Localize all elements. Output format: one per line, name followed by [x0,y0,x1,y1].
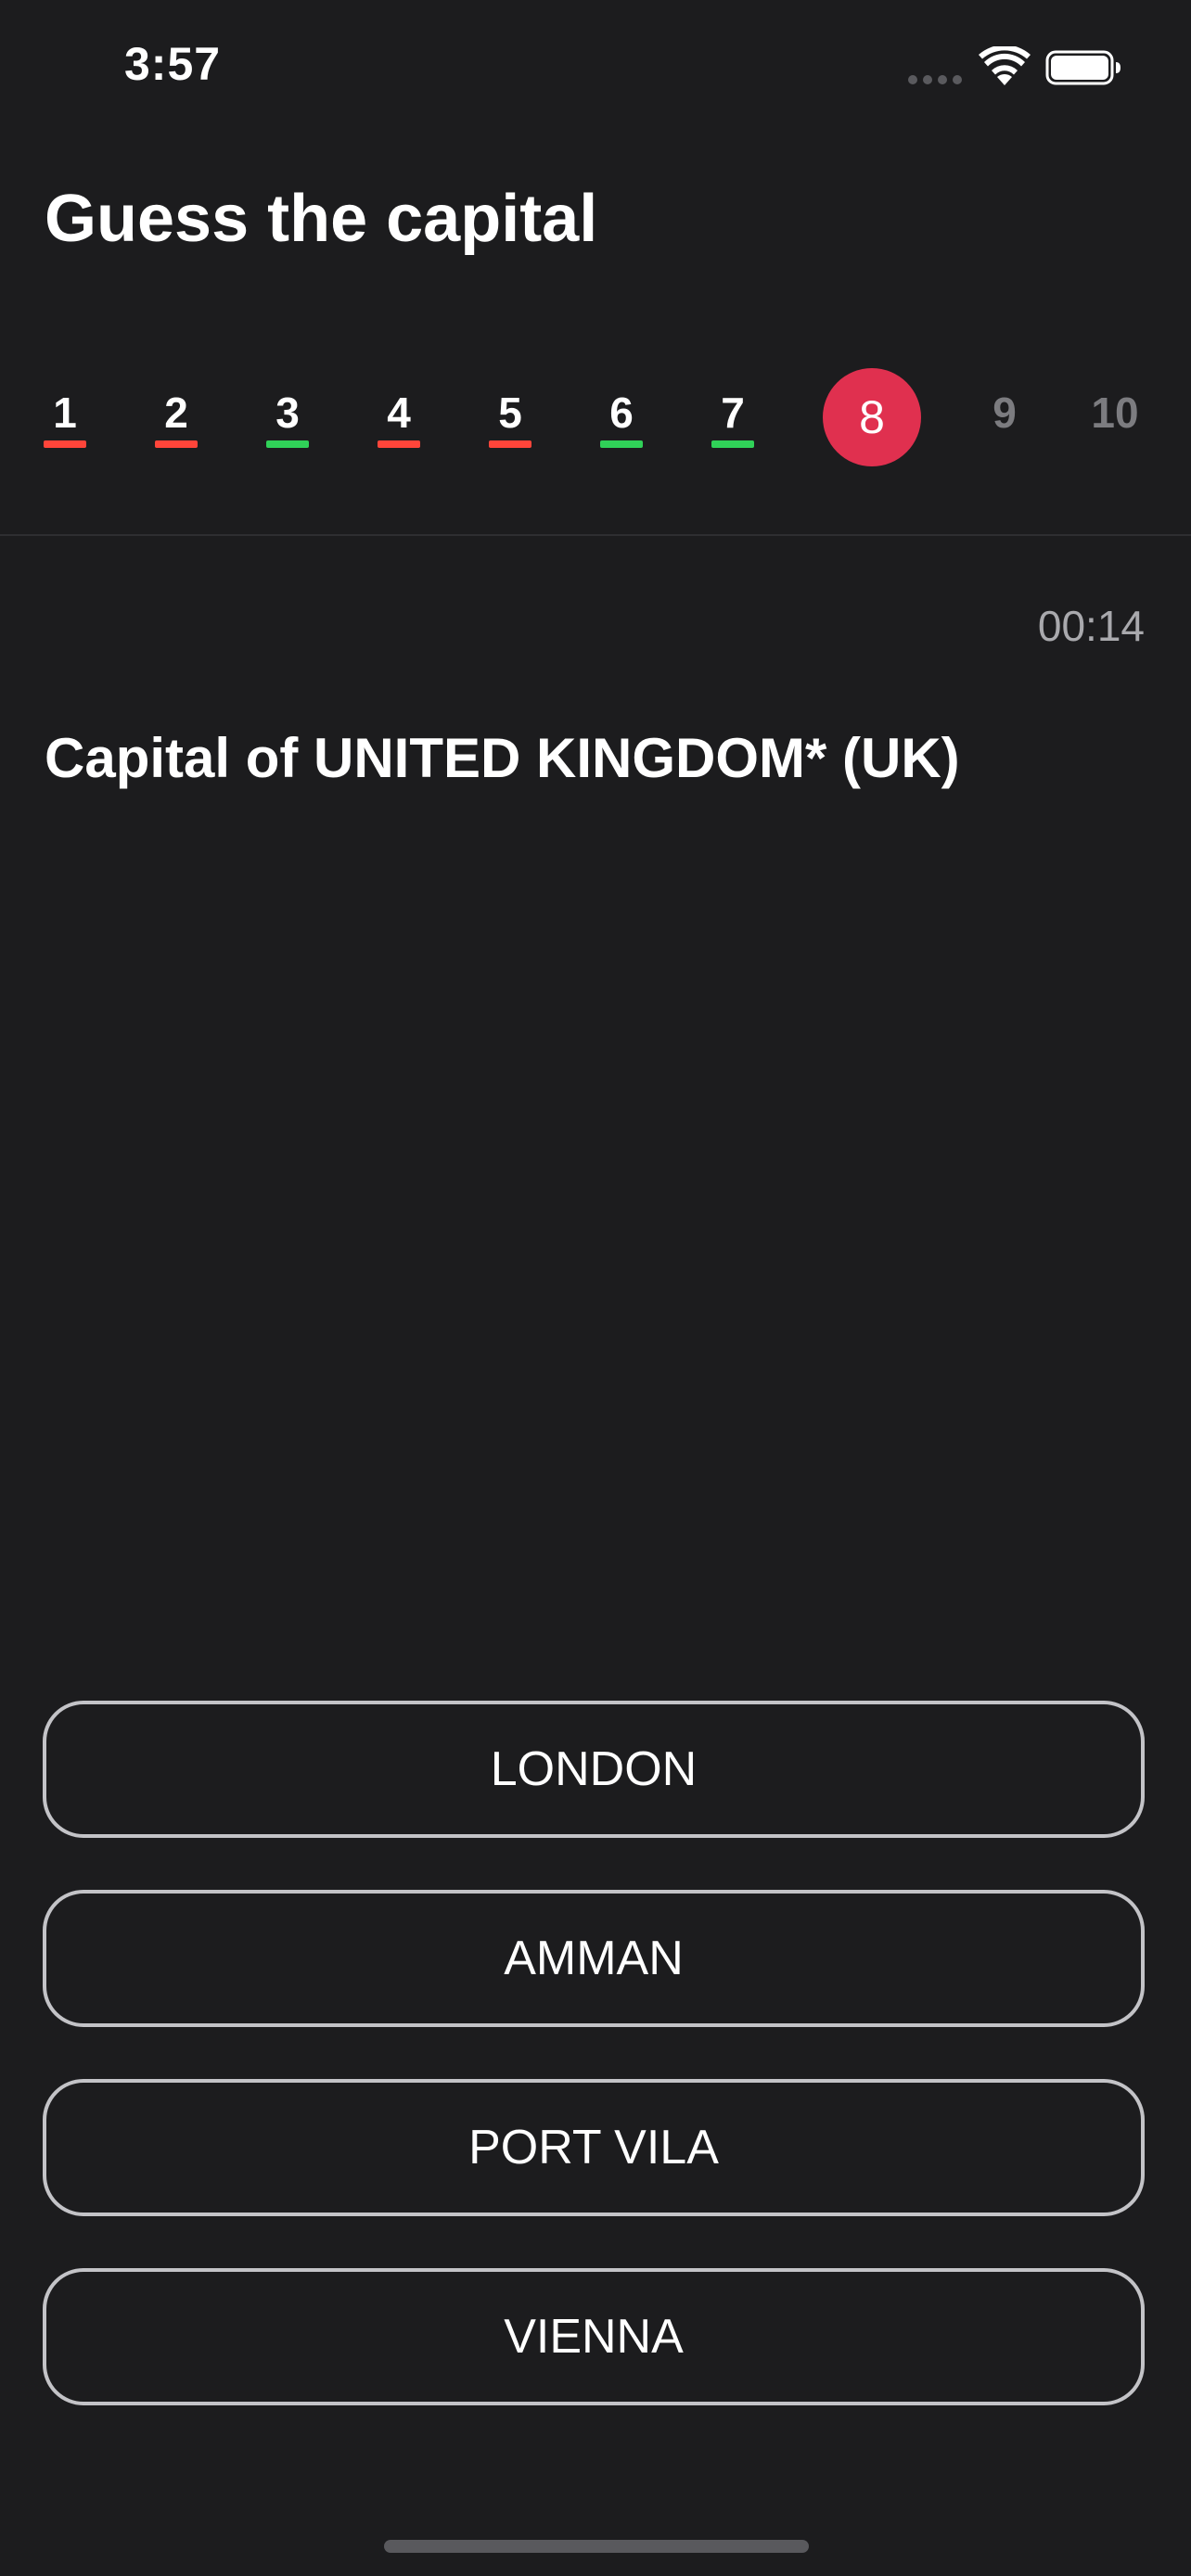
answer-button[interactable]: AMMAN [43,1890,1145,2027]
progress-item-2[interactable]: 2 [139,366,213,468]
wrong-indicator [155,440,198,448]
progress-item-6[interactable]: 6 [584,366,659,468]
progress-number: 10 [1091,389,1139,437]
question-text: Capital of UNITED KINGDOM* (UK) [45,727,960,789]
progress-number: 9 [992,389,1017,437]
answer-button[interactable]: PORT VILA [43,2079,1145,2216]
signal-icon [908,75,962,84]
status-bar: 3:57 [0,0,1191,139]
wrong-indicator [378,440,420,448]
progress-item-3[interactable]: 3 [250,366,325,468]
wrong-indicator [489,440,531,448]
correct-indicator [266,440,309,448]
correct-indicator [600,440,643,448]
progress-number: 8 [859,391,885,443]
progress-item-4[interactable]: 4 [362,366,436,468]
progress-item-7[interactable]: 7 [696,366,770,468]
status-time: 3:57 [124,38,222,90]
progress-item-current[interactable]: 8 [823,368,921,466]
battery-icon [1045,50,1121,85]
wrong-indicator [44,440,86,448]
progress-item-1[interactable]: 1 [28,366,102,468]
countdown-timer: 00:14 [1037,602,1145,650]
page-title: Guess the capital [45,182,598,256]
answer-button[interactable]: VIENNA [43,2268,1145,2405]
correct-indicator [711,440,754,448]
progress-item-5[interactable]: 5 [473,366,547,468]
answer-button[interactable]: LONDON [43,1701,1145,1838]
progress-item-10[interactable]: 10 [1078,366,1152,468]
wifi-icon [979,46,1031,85]
divider [0,534,1191,536]
home-indicator[interactable] [384,2540,809,2553]
progress-item-9[interactable]: 9 [967,366,1042,468]
quiz-screen: 3:57 Guess the capital 1 2 3 4 5 6 7 8 9… [0,0,1191,2576]
question-progress: 1 2 3 4 5 6 7 8 9 10 [0,366,1191,473]
